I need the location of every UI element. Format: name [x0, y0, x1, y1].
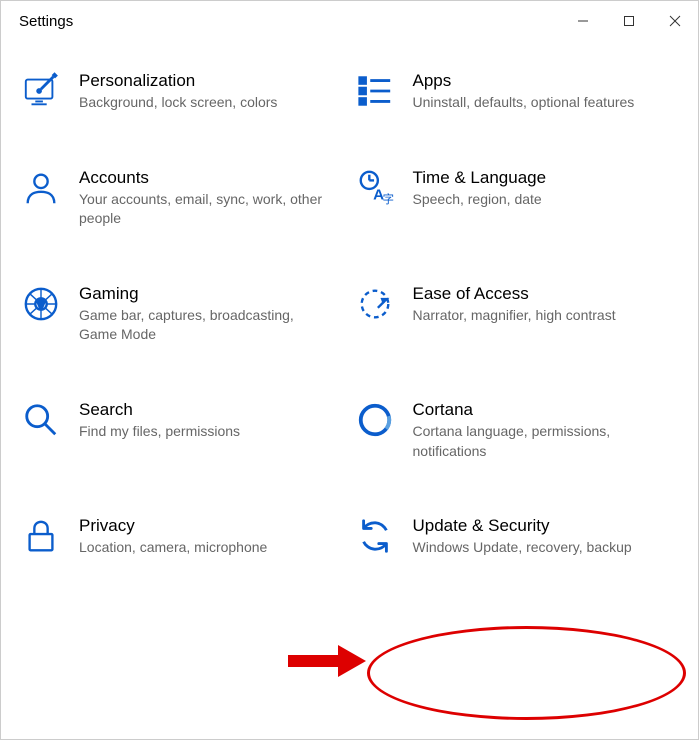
search-icon — [21, 400, 61, 440]
time-language-icon: A 字 — [355, 168, 395, 208]
svg-text:字: 字 — [382, 192, 393, 206]
item-desc: Find my files, permissions — [79, 422, 335, 442]
item-title: Privacy — [79, 516, 335, 536]
apps-icon — [355, 71, 395, 111]
item-title: Update & Security — [413, 516, 669, 536]
item-title: Time & Language — [413, 168, 669, 188]
settings-window: Settings Personalizatio — [0, 0, 699, 740]
item-desc: Location, camera, microphone — [79, 538, 335, 558]
maximize-button[interactable] — [606, 1, 652, 41]
item-title: Accounts — [79, 168, 335, 188]
window-title: Settings — [19, 13, 560, 30]
update-security-icon — [355, 516, 395, 556]
annotation-arrow — [288, 641, 368, 681]
close-button[interactable] — [652, 1, 698, 41]
settings-item-cortana[interactable]: Cortana Cortana language, permissions, n… — [355, 400, 679, 461]
item-desc: Your accounts, email, sync, work, other … — [79, 190, 335, 229]
item-title: Search — [79, 400, 335, 420]
item-desc: Background, lock screen, colors — [79, 93, 335, 113]
item-desc: Narrator, magnifier, high contrast — [413, 306, 669, 326]
gaming-icon — [21, 284, 61, 324]
item-title: Personalization — [79, 71, 335, 91]
settings-item-apps[interactable]: Apps Uninstall, defaults, optional featu… — [355, 71, 679, 113]
ease-of-access-icon — [355, 284, 395, 324]
settings-item-privacy[interactable]: Privacy Location, camera, microphone — [21, 516, 345, 558]
settings-item-accounts[interactable]: Accounts Your accounts, email, sync, wor… — [21, 168, 345, 229]
titlebar: Settings — [1, 1, 698, 41]
item-title: Apps — [413, 71, 669, 91]
item-desc: Uninstall, defaults, optional features — [413, 93, 669, 113]
settings-item-search[interactable]: Search Find my files, permissions — [21, 400, 345, 461]
settings-item-time-language[interactable]: A 字 Time & Language Speech, region, date — [355, 168, 679, 229]
settings-item-update-security[interactable]: Update & Security Windows Update, recove… — [355, 516, 679, 558]
item-desc: Cortana language, permissions, notificat… — [413, 422, 669, 461]
privacy-icon — [21, 516, 61, 556]
settings-item-gaming[interactable]: Gaming Game bar, captures, broadcasting,… — [21, 284, 345, 345]
cortana-icon — [355, 400, 395, 440]
settings-item-ease-of-access[interactable]: Ease of Access Narrator, magnifier, high… — [355, 284, 679, 345]
item-desc: Game bar, captures, broadcasting, Game M… — [79, 306, 335, 345]
item-desc: Windows Update, recovery, backup — [413, 538, 669, 558]
item-desc: Speech, region, date — [413, 190, 669, 210]
accounts-icon — [21, 168, 61, 208]
minimize-button[interactable] — [560, 1, 606, 41]
item-title: Ease of Access — [413, 284, 669, 304]
annotation-highlight-ellipse — [367, 626, 686, 720]
item-title: Gaming — [79, 284, 335, 304]
settings-item-personalization[interactable]: Personalization Background, lock screen,… — [21, 71, 345, 113]
item-title: Cortana — [413, 400, 669, 420]
settings-grid: Personalization Background, lock screen,… — [1, 41, 698, 578]
personalization-icon — [21, 71, 61, 111]
